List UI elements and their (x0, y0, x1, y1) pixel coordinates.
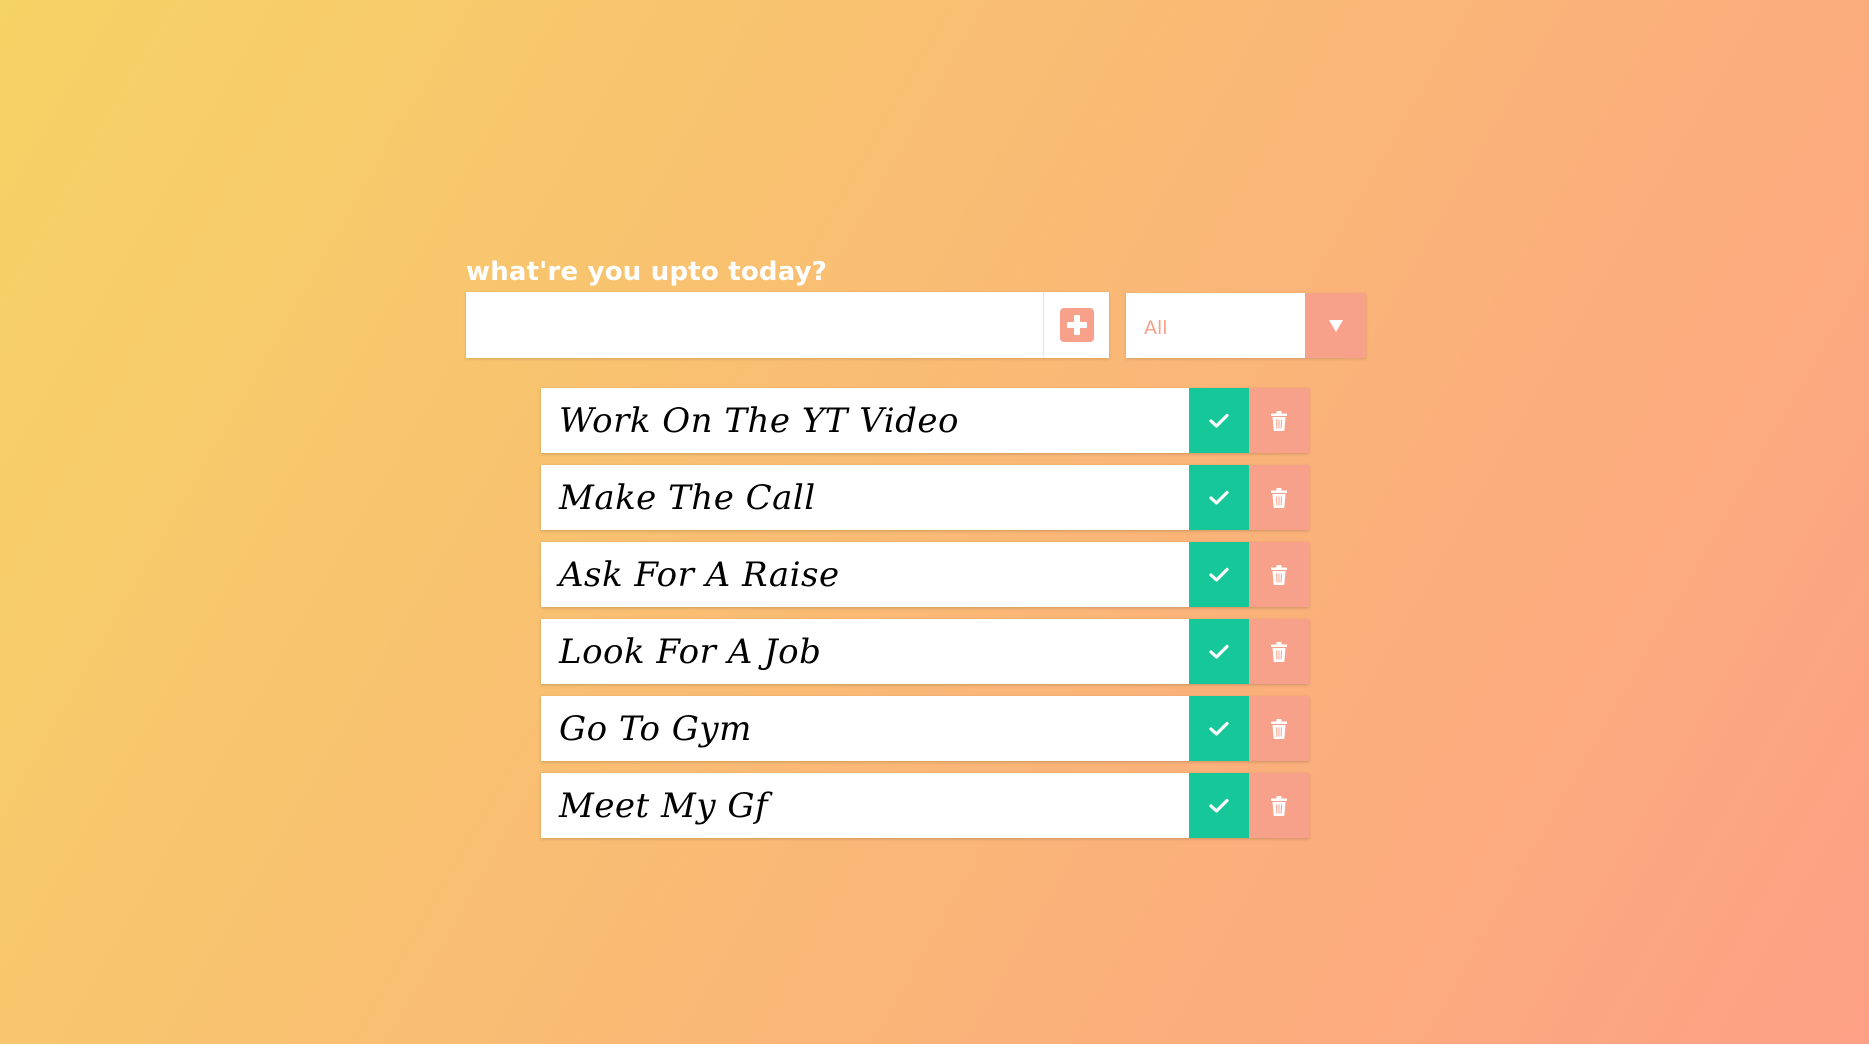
complete-button[interactable] (1189, 388, 1249, 453)
todo-text: Make The Call (559, 477, 816, 518)
check-icon (1209, 721, 1229, 736)
filter-dropdown-toggle[interactable] (1305, 293, 1366, 358)
todo-form (466, 292, 1109, 358)
trash-icon (1271, 641, 1287, 662)
trash-icon (1271, 487, 1287, 508)
complete-button[interactable] (1189, 542, 1249, 607)
trash-icon (1271, 564, 1287, 585)
todo-item: Work On The YT Video (541, 388, 1309, 453)
delete-button[interactable] (1249, 773, 1309, 838)
trash-icon (1271, 410, 1287, 431)
delete-button[interactable] (1249, 465, 1309, 530)
delete-button[interactable] (1249, 696, 1309, 761)
complete-button[interactable] (1189, 773, 1249, 838)
add-todo-button[interactable] (1043, 292, 1109, 358)
check-icon (1209, 413, 1229, 428)
todo-input[interactable] (466, 292, 1043, 358)
check-icon (1209, 644, 1229, 659)
todo-item: Meet My Gf (541, 773, 1309, 838)
trash-icon (1271, 718, 1287, 739)
delete-button[interactable] (1249, 388, 1309, 453)
todo-app: what're you upto today? All Work On The … (0, 0, 1869, 1044)
todo-text: Work On The YT Video (559, 400, 959, 441)
check-icon (1209, 798, 1229, 813)
check-icon (1209, 490, 1229, 505)
complete-button[interactable] (1189, 465, 1249, 530)
todo-text: Look For A Job (559, 631, 822, 672)
plus-square-icon (1059, 308, 1094, 342)
todo-text: Ask For A Raise (559, 554, 840, 595)
todo-text: Go To Gym (559, 708, 752, 749)
filter-selected-value: All (1126, 293, 1305, 358)
todo-item: Look For A Job (541, 619, 1309, 684)
todo-item: Go To Gym (541, 696, 1309, 761)
check-icon (1209, 567, 1229, 582)
complete-button[interactable] (1189, 619, 1249, 684)
complete-button[interactable] (1189, 696, 1249, 761)
todo-item: Ask For A Raise (541, 542, 1309, 607)
trash-icon (1271, 795, 1287, 816)
delete-button[interactable] (1249, 542, 1309, 607)
page-title: what're you upto today? (466, 257, 828, 287)
todo-item: Make The Call (541, 465, 1309, 530)
todo-text: Meet My Gf (559, 785, 769, 826)
caret-down-icon (1328, 319, 1343, 332)
todo-list: Work On The YT Video Make The Call Ask F… (541, 388, 1309, 850)
filter-select[interactable]: All (1126, 293, 1366, 358)
delete-button[interactable] (1249, 619, 1309, 684)
